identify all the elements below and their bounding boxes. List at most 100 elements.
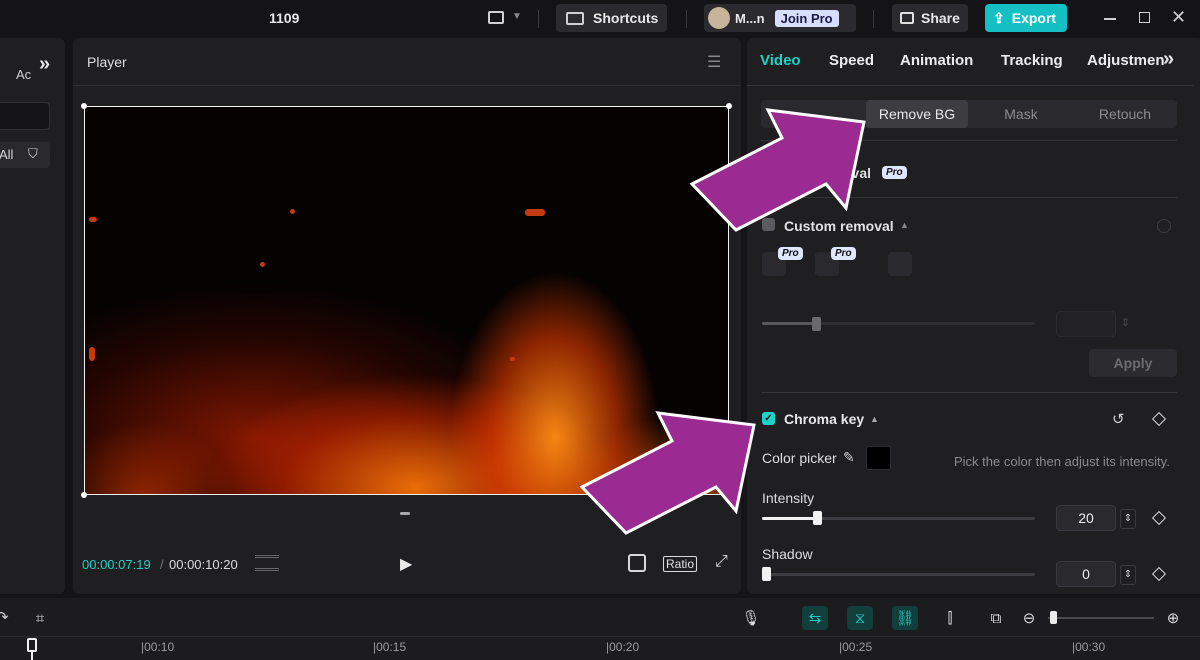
- expand-panel-icon[interactable]: »: [39, 53, 50, 76]
- apply-button[interactable]: Apply: [1089, 349, 1177, 377]
- all-filter-label: All: [0, 147, 14, 162]
- current-time: 00:00:07:19: [82, 557, 151, 572]
- microphone-icon[interactable]: 🎙: [738, 606, 764, 630]
- tab-video[interactable]: Video: [760, 52, 801, 69]
- close-icon[interactable]: ✕: [1171, 7, 1186, 28]
- collapse-icon[interactable]: ▲: [900, 220, 909, 230]
- zoom-knob[interactable]: [1050, 611, 1057, 624]
- preview-axis-icon[interactable]: ⧉: [983, 606, 1009, 630]
- subtab-remove-bg[interactable]: Remove BG: [866, 100, 968, 128]
- title-bar: 1109 ▼ Shortcuts M...n Join Pro Share ⇪ …: [0, 0, 1200, 38]
- intensity-label: Intensity: [762, 490, 815, 506]
- pro-badge: Pro: [778, 247, 803, 260]
- ember: [89, 347, 95, 361]
- player-menu-icon[interactable]: ☰: [707, 52, 721, 72]
- rotate-handle[interactable]: [400, 512, 410, 515]
- project-name: 1109: [269, 10, 300, 26]
- crop-handle[interactable]: [81, 492, 87, 498]
- annotation-arrow-remove-bg: [689, 108, 866, 232]
- playhead-line: [31, 652, 33, 660]
- playhead[interactable]: [27, 638, 37, 652]
- more-tabs-icon[interactable]: »: [1163, 48, 1174, 71]
- timeline-tick: |00:15: [373, 640, 407, 654]
- auto-snap-icon[interactable]: ⧖: [847, 606, 873, 630]
- shortcuts-label: Shortcuts: [593, 10, 659, 26]
- export-icon: ⇪: [993, 9, 1005, 26]
- shadow-stepper[interactable]: ⇕: [1120, 565, 1136, 585]
- shadow-slider[interactable]: [762, 573, 1035, 576]
- shadow-knob[interactable]: [762, 567, 771, 581]
- timeline-tick: |00:30: [1072, 640, 1106, 654]
- stepper-icon[interactable]: ⇕: [1121, 316, 1130, 329]
- layout-icon[interactable]: [488, 11, 504, 24]
- filter-button[interactable]: All ⛉: [0, 142, 50, 168]
- minimize-icon[interactable]: [1104, 18, 1116, 20]
- media-tab-label[interactable]: Ac: [16, 67, 31, 82]
- chroma-key-label: Chroma key: [784, 411, 865, 427]
- search-input[interactable]: [0, 102, 50, 130]
- export-label: Export: [1011, 10, 1057, 26]
- subtab-retouch[interactable]: Retouch: [1074, 100, 1176, 128]
- tab-tracking[interactable]: Tracking: [1001, 52, 1063, 69]
- shadow-input[interactable]: 0: [1056, 561, 1116, 587]
- zoom-in-icon[interactable]: ⊕: [1160, 606, 1186, 630]
- total-time: 00:00:10:20: [169, 557, 238, 572]
- ember: [89, 217, 97, 222]
- eyedropper-icon[interactable]: ✎: [843, 449, 855, 466]
- split-icon[interactable]: ⫿: [937, 606, 963, 630]
- account-button[interactable]: M...n Join Pro: [704, 4, 856, 32]
- player-title: Player: [87, 54, 127, 70]
- crop-handle[interactable]: [81, 103, 87, 109]
- pro-badge: Pro: [882, 166, 907, 179]
- reset-icon[interactable]: ↺: [1112, 410, 1125, 428]
- keyboard-icon: [566, 11, 584, 25]
- zoom-out-icon[interactable]: ⊖: [1016, 606, 1042, 630]
- chevron-down-icon[interactable]: ▼: [512, 11, 522, 22]
- export-button[interactable]: ⇪ Export: [985, 4, 1067, 32]
- brush-size-knob[interactable]: [812, 317, 821, 331]
- ember: [260, 262, 265, 267]
- play-icon[interactable]: ▶: [400, 554, 412, 574]
- crop-icon[interactable]: ⌗: [27, 606, 53, 630]
- collapse-icon[interactable]: ▲: [870, 414, 879, 424]
- avatar: [708, 7, 730, 29]
- join-pro-badge[interactable]: Join Pro: [774, 9, 839, 27]
- color-picker-hint: Pick the color then adjust its intensity…: [954, 454, 1170, 469]
- shortcuts-button[interactable]: Shortcuts: [556, 4, 667, 32]
- intensity-input[interactable]: 20: [1056, 505, 1116, 531]
- timeline-tick: |00:20: [606, 640, 640, 654]
- timeline-view-icon[interactable]: [255, 555, 279, 571]
- brush-size-input[interactable]: [1056, 311, 1116, 337]
- share-button[interactable]: Share: [892, 4, 968, 32]
- share-label: Share: [921, 10, 960, 26]
- ratio-button[interactable]: Ratio: [663, 556, 698, 572]
- fullscreen-icon[interactable]: ⤢: [715, 553, 728, 571]
- main-track-magnet-icon[interactable]: ⇆: [802, 606, 828, 630]
- shadow-label: Shadow: [762, 546, 813, 562]
- annotation-arrow-chroma-key: [579, 411, 756, 535]
- tab-speed[interactable]: Speed: [829, 52, 874, 69]
- subtab-mask[interactable]: Mask: [970, 100, 1072, 128]
- media-panel: Ac » All ⛉: [0, 38, 65, 594]
- tab-animation[interactable]: Animation: [900, 52, 973, 69]
- ember: [525, 209, 545, 216]
- user-name: M...n: [735, 10, 765, 26]
- timeline-tick: |00:10: [141, 640, 175, 654]
- zoom-fit-icon[interactable]: [628, 554, 646, 572]
- intensity-stepper[interactable]: ⇕: [1120, 509, 1136, 529]
- redo-icon[interactable]: ↷: [0, 608, 9, 626]
- color-swatch[interactable]: [866, 446, 891, 470]
- share-icon: [900, 12, 914, 24]
- brush-size-fill: [762, 322, 816, 325]
- zoom-slider[interactable]: [1048, 617, 1154, 619]
- ember: [290, 209, 295, 214]
- maximize-icon[interactable]: [1139, 12, 1150, 23]
- intensity-knob[interactable]: [813, 511, 822, 525]
- linkage-icon[interactable]: ⛓: [892, 606, 918, 630]
- timeline-tick: |00:25: [839, 640, 873, 654]
- reset-icon[interactable]: [1157, 219, 1171, 233]
- time-separator: /: [160, 557, 164, 572]
- eraser-icon[interactable]: [888, 252, 912, 276]
- color-picker-label: Color picker: [762, 450, 837, 466]
- tab-adjustment[interactable]: Adjustmen: [1087, 52, 1165, 69]
